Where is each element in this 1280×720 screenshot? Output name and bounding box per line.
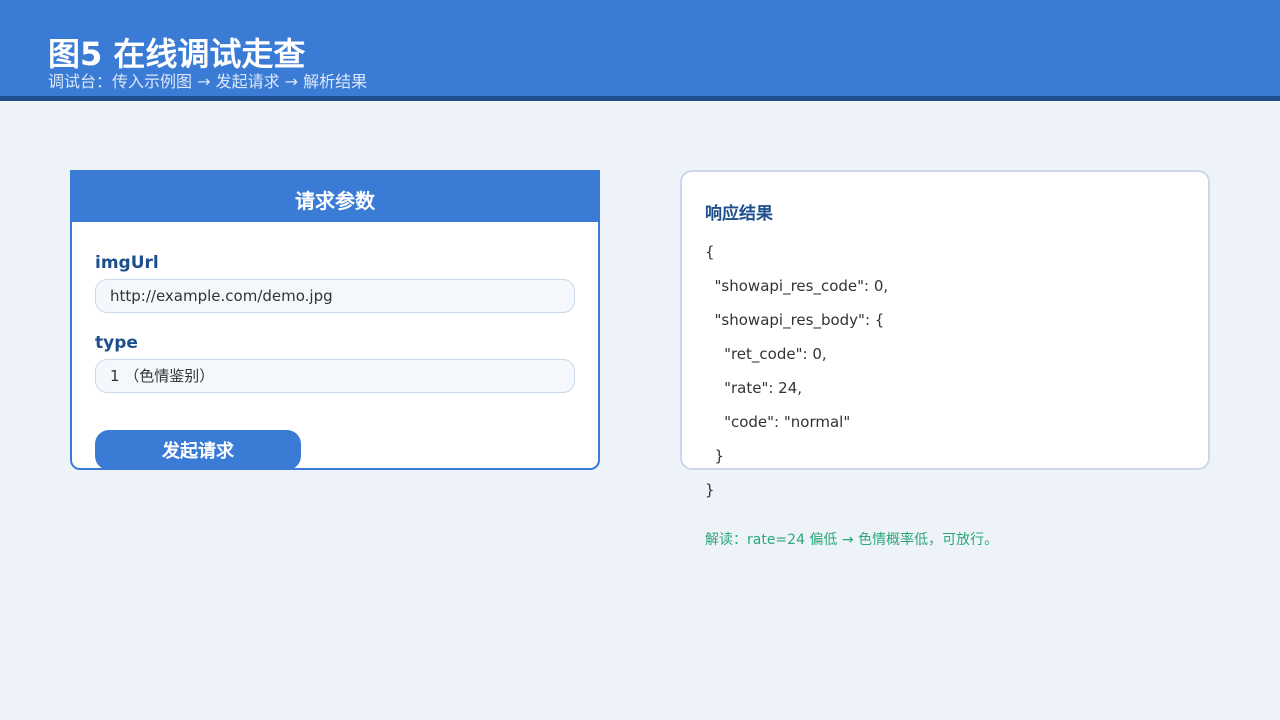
type-label: type — [95, 333, 138, 353]
response-code-line: "showapi_res_body": { — [705, 311, 885, 329]
request-params-title: 请求参数 — [72, 172, 598, 222]
interpretation-note: 解读：rate=24 偏低 → 色情概率低，可放行。 — [705, 532, 999, 548]
response-code-line: "showapi_res_code": 0, — [705, 277, 889, 295]
imgurl-input[interactable]: http://example.com/demo.jpg — [95, 279, 575, 313]
response-code-line: "rate": 24, — [705, 379, 803, 397]
page-title: 图5 在线调试走查 — [48, 35, 306, 73]
response-title: 响应结果 — [705, 204, 773, 224]
submit-request-button[interactable]: 发起请求 — [95, 430, 301, 468]
imgurl-label: imgUrl — [95, 253, 159, 273]
response-code-line: "ret_code": 0, — [705, 345, 827, 363]
response-code-line: } — [705, 447, 725, 465]
response-code-line: } — [705, 481, 715, 499]
header-divider — [0, 96, 1280, 101]
response-code-line: { — [705, 243, 715, 261]
response-code-line: "code": "normal" — [705, 413, 851, 431]
request-params-panel: 请求参数 imgUrl http://example.com/demo.jpg … — [70, 170, 600, 470]
type-input[interactable]: 1 （色情鉴别） — [95, 359, 575, 393]
page-subtitle: 调试台：传入示例图 → 发起请求 → 解析结果 — [48, 72, 368, 91]
